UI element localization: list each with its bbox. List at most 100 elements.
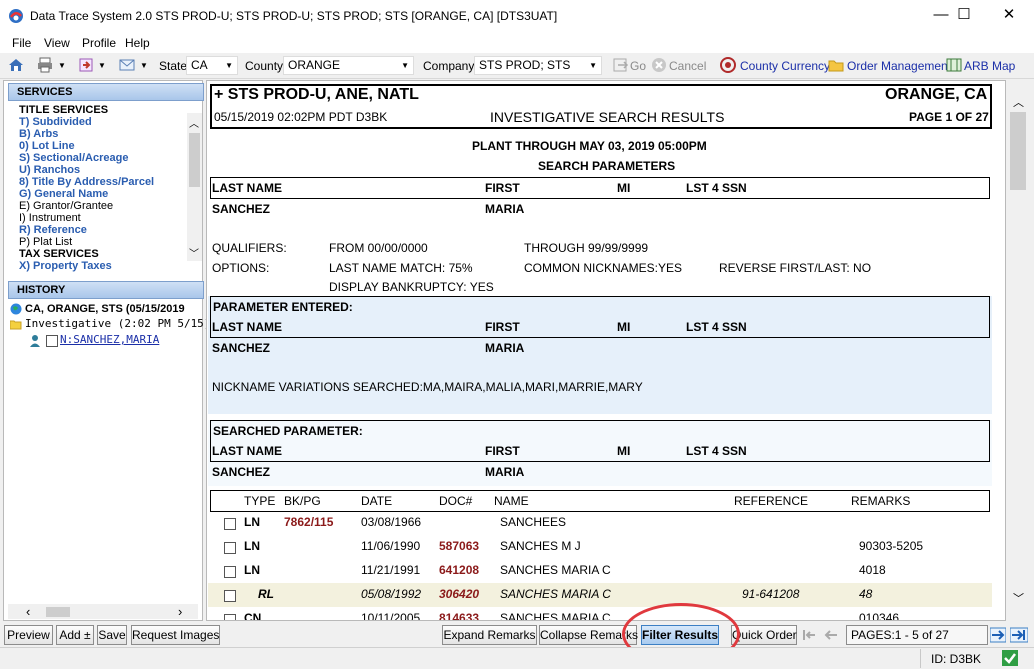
- results-col-name: NAME: [494, 494, 529, 508]
- last-page-icon[interactable]: [1009, 627, 1029, 643]
- row-doc[interactable]: 306420: [439, 587, 479, 601]
- row-checkbox[interactable]: [224, 566, 236, 578]
- chevron-down-icon: ▼: [589, 61, 597, 70]
- chevron-left-icon[interactable]: ‹: [26, 604, 30, 619]
- row-type: LN: [244, 515, 260, 529]
- quick-order-button[interactable]: Quick Order: [731, 625, 797, 645]
- row-doc[interactable]: 814633: [439, 611, 479, 620]
- mail-icon[interactable]: [119, 57, 135, 73]
- option-last-name-match: LAST NAME MATCH: 75%: [329, 261, 473, 275]
- menu-profile[interactable]: Profile: [82, 36, 116, 50]
- parameter-entered-title: PARAMETER ENTERED:: [213, 300, 353, 314]
- export-dropdown-icon[interactable]: ▼: [98, 61, 106, 70]
- county-label: County: [245, 59, 284, 73]
- history-header[interactable]: HISTORY: [8, 281, 204, 299]
- search-param-header: [210, 177, 990, 199]
- col-last-name: LAST NAME: [212, 181, 282, 195]
- sp-col-mi: MI: [617, 444, 631, 458]
- report-document: + STS PROD-U, ANE, NATL ORANGE, CA 05/15…: [206, 80, 1006, 621]
- print-icon[interactable]: [37, 57, 53, 73]
- row-checkbox[interactable]: [224, 590, 236, 602]
- map-icon: [946, 57, 962, 73]
- service-item[interactable]: R) Reference: [19, 224, 87, 236]
- next-page-icon[interactable]: [989, 627, 1007, 643]
- service-item[interactable]: 0) Lot Line: [19, 140, 75, 152]
- row-doc[interactable]: 641208: [439, 563, 479, 577]
- history-entry-checkbox[interactable]: [46, 335, 58, 347]
- prev-page-icon[interactable]: [823, 627, 839, 643]
- doc-scroll-thumb[interactable]: [1010, 112, 1026, 190]
- globe-icon: [10, 303, 22, 315]
- history-hscrollbar[interactable]: ‹ ›: [8, 604, 198, 619]
- go-button[interactable]: Go: [630, 59, 646, 73]
- row-checkbox[interactable]: [224, 518, 236, 530]
- row-date: 03/08/1966: [361, 515, 422, 529]
- close-button[interactable]: ✕: [986, 0, 1032, 32]
- row-date: 11/21/1991: [361, 563, 421, 577]
- preview-button[interactable]: Preview: [4, 625, 53, 645]
- qualifiers-label: QUALIFIERS:: [212, 241, 287, 255]
- county-currency-link[interactable]: County Currency: [740, 59, 830, 73]
- services-scrollbar[interactable]: ︿ ﹀: [187, 113, 202, 261]
- history-entry-link[interactable]: N:SANCHEZ,MARIA: [60, 333, 159, 346]
- history-root[interactable]: CA, ORANGE, STS (05/15/2019: [25, 303, 185, 315]
- print-dropdown-icon[interactable]: ▼: [58, 61, 66, 70]
- chevron-down-icon: ▼: [225, 61, 233, 70]
- add-button[interactable]: Add ±: [56, 625, 94, 645]
- col-ssn: LST 4 SSN: [686, 181, 747, 195]
- row-bkpg[interactable]: 7862/115: [284, 515, 333, 529]
- menu-file[interactable]: File: [12, 36, 31, 50]
- menu-help[interactable]: Help: [125, 36, 150, 50]
- scroll-thumb[interactable]: [189, 133, 200, 187]
- menu-bar: File View Profile Help: [0, 32, 1034, 53]
- report-company-line: + STS PROD-U, ANE, NATL: [214, 86, 419, 103]
- save-button[interactable]: Save: [97, 625, 127, 645]
- row-name: SANCHES MARIA C: [500, 563, 611, 577]
- service-item[interactable]: 8) Title By Address/Parcel: [19, 176, 154, 188]
- first-page-icon[interactable]: [801, 627, 817, 643]
- service-item[interactable]: U) Ranchos: [19, 164, 80, 176]
- chevron-down-icon[interactable]: ﹀: [1013, 590, 1024, 606]
- folder-icon: [828, 57, 844, 73]
- service-item[interactable]: X) Property Taxes: [19, 260, 112, 272]
- service-item[interactable]: S) Sectional/Acreage: [19, 152, 128, 164]
- sp-last-name: SANCHEZ: [212, 465, 271, 479]
- row-remarks: 4018: [859, 563, 886, 577]
- row-checkbox[interactable]: [224, 614, 236, 620]
- request-images-button[interactable]: Request Images: [131, 625, 220, 645]
- pe-last-name: SANCHEZ: [212, 341, 271, 355]
- services-section-heading: TITLE SERVICES: [19, 104, 109, 116]
- row-doc[interactable]: 587063: [439, 539, 479, 553]
- chevron-down-icon[interactable]: ﹀: [189, 245, 199, 260]
- order-management-link[interactable]: Order Management: [847, 59, 951, 73]
- service-item[interactable]: E) Grantor/Grantee: [19, 200, 113, 212]
- services-header[interactable]: SERVICES: [8, 83, 204, 101]
- service-item[interactable]: P) Plat List: [19, 236, 72, 248]
- service-item[interactable]: T) Subdivided: [19, 116, 92, 128]
- go-icon: [613, 57, 629, 73]
- first-name-value: MARIA: [485, 202, 525, 216]
- chevron-up-icon[interactable]: ︿: [189, 115, 199, 130]
- row-checkbox[interactable]: [224, 542, 236, 554]
- company-select[interactable]: STS PROD; STS ▼: [474, 56, 602, 75]
- maximize-button[interactable]: ☐: [941, 0, 987, 32]
- mail-dropdown-icon[interactable]: ▼: [140, 61, 148, 70]
- expand-remarks-button[interactable]: Expand Remarks: [442, 625, 537, 645]
- service-item[interactable]: I) Instrument: [19, 212, 81, 224]
- document-vscrollbar[interactable]: ︿ ﹀: [1007, 80, 1031, 621]
- home-icon[interactable]: [8, 57, 24, 73]
- state-select[interactable]: CA ▼: [186, 56, 238, 75]
- cancel-button[interactable]: Cancel: [669, 59, 706, 73]
- menu-view[interactable]: View: [44, 36, 70, 50]
- county-select[interactable]: ORANGE ▼: [283, 56, 414, 75]
- service-item[interactable]: B) Arbs: [19, 128, 58, 140]
- left-panel: SERVICES TITLE SERVICES T) Subdivided B) A…: [3, 80, 210, 621]
- chevron-up-icon[interactable]: ︿: [1013, 94, 1024, 110]
- chevron-right-icon[interactable]: ›: [178, 604, 182, 619]
- export-icon[interactable]: [78, 57, 94, 73]
- history-folder[interactable]: Investigative (2:02 PM 5/15): [25, 317, 210, 330]
- arb-map-link[interactable]: ARB Map: [964, 59, 1015, 73]
- service-item[interactable]: G) General Name: [19, 188, 108, 200]
- results-col-doc: DOC#: [439, 494, 473, 508]
- hscroll-thumb[interactable]: [46, 607, 70, 617]
